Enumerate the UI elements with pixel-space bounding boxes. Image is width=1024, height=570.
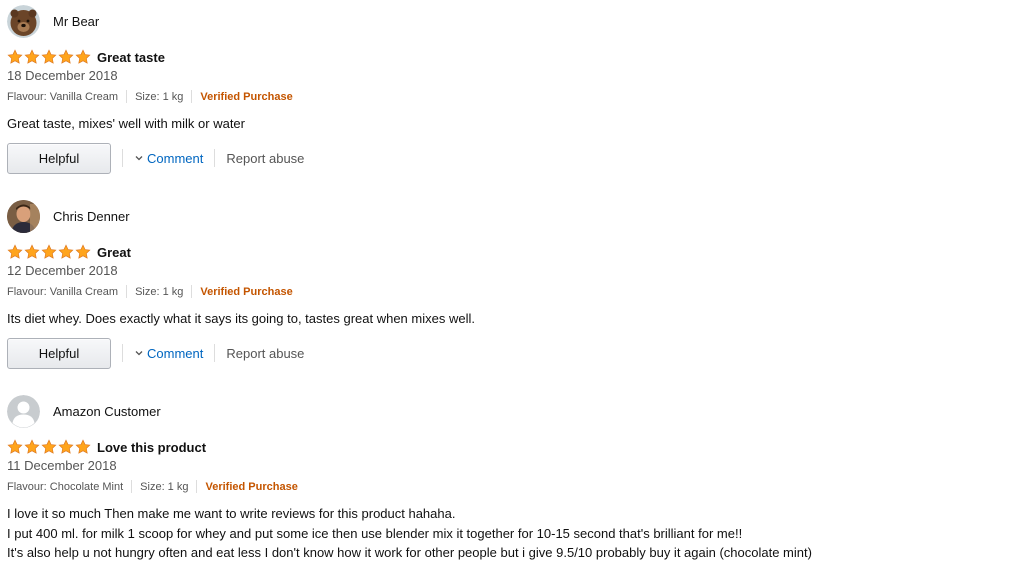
star-icon [41, 439, 57, 454]
review-body-line: Great taste, mixes' well with milk or wa… [7, 116, 245, 131]
review-body-line: I put 400 ml. for milk 1 scoop for whey … [7, 525, 743, 541]
review-title-row: Great taste [7, 48, 165, 66]
chevron-down-icon [135, 156, 143, 161]
review-title[interactable]: Love this product [97, 440, 206, 455]
default-user-avatar[interactable] [7, 395, 40, 428]
reviewer-profile[interactable]: Chris Denner [7, 200, 130, 233]
review-format-strip: Flavour: Vanilla Cream Size: 1 kg Verifi… [7, 90, 293, 103]
review-format-strip: Flavour: Vanilla Cream Size: 1 kg Verifi… [7, 285, 293, 298]
review-title-row: Great [7, 243, 131, 261]
bear-avatar[interactable] [7, 5, 40, 38]
review-title-row: Love this product [7, 438, 206, 456]
star-icon [7, 244, 23, 259]
size-label[interactable]: Size: 1 kg [140, 481, 188, 493]
divider [122, 344, 123, 362]
review-date: 11 December 2018 [7, 458, 117, 473]
review-body: I love it so much Then make me want to w… [7, 504, 812, 563]
divider [126, 285, 128, 298]
comment-link[interactable]: Comment [134, 346, 203, 361]
reviewer-profile[interactable]: Mr Bear [7, 5, 99, 38]
report-abuse-link[interactable]: Report abuse [226, 151, 304, 166]
divider [126, 90, 128, 103]
star-rating[interactable] [7, 49, 91, 65]
verified-purchase-badge: Verified Purchase [205, 480, 298, 493]
review-body-line: It's also help u not hungry often and ea… [7, 545, 812, 560]
review-body: Great taste, mixes' well with milk or wa… [7, 114, 245, 134]
review-date: 12 December 2018 [7, 263, 118, 278]
review-date: 18 December 2018 [7, 68, 118, 83]
review-title[interactable]: Great [97, 245, 131, 260]
verified-purchase-badge: Verified Purchase [200, 90, 293, 103]
star-icon [7, 439, 23, 454]
comment-label[interactable]: Comment [147, 151, 203, 166]
star-icon [58, 244, 74, 259]
verified-purchase-badge: Verified Purchase [200, 285, 293, 298]
divider [191, 285, 193, 298]
star-icon [41, 49, 57, 64]
review-body: Its diet whey. Does exactly what it says… [7, 309, 475, 329]
divider [196, 480, 198, 493]
comment-link[interactable]: Comment [134, 151, 203, 166]
star-icon [24, 439, 40, 454]
flavour-label[interactable]: Flavour: Chocolate Mint [7, 481, 123, 493]
reviewer-name[interactable]: Amazon Customer [53, 404, 161, 419]
reviewer-name[interactable]: Chris Denner [53, 209, 130, 224]
star-rating[interactable] [7, 439, 91, 455]
review-body-line: I love it so much Then make me want to w… [7, 506, 456, 521]
star-icon [58, 439, 74, 454]
review-actions: Helpful Comment Report abuse [7, 337, 304, 369]
star-icon [24, 49, 40, 64]
person-photo-avatar[interactable] [7, 200, 40, 233]
helpful-button[interactable]: Helpful [7, 142, 111, 174]
size-label[interactable]: Size: 1 kg [135, 91, 183, 103]
review-format-strip: Flavour: Chocolate Mint Size: 1 kg Verif… [7, 480, 298, 493]
helpful-button[interactable]: Helpful [7, 337, 111, 369]
reviewer-name[interactable]: Mr Bear [53, 14, 99, 29]
review-actions: Helpful Comment Report abuse [7, 142, 304, 174]
star-icon [24, 244, 40, 259]
review-title[interactable]: Great taste [97, 50, 165, 65]
divider [214, 344, 216, 362]
divider [131, 480, 133, 493]
chevron-down-icon [135, 351, 143, 356]
star-icon [58, 49, 74, 64]
divider [191, 90, 193, 103]
divider [122, 149, 123, 167]
star-icon [7, 49, 23, 64]
star-icon [75, 49, 91, 64]
review-body-line: Its diet whey. Does exactly what it says… [7, 311, 475, 326]
flavour-label[interactable]: Flavour: Vanilla Cream [7, 91, 118, 103]
size-label[interactable]: Size: 1 kg [135, 286, 183, 298]
star-icon [75, 439, 91, 454]
star-rating[interactable] [7, 244, 91, 260]
flavour-label[interactable]: Flavour: Vanilla Cream [7, 286, 118, 298]
comment-label[interactable]: Comment [147, 346, 203, 361]
reviewer-profile[interactable]: Amazon Customer [7, 395, 161, 428]
report-abuse-link[interactable]: Report abuse [226, 346, 304, 361]
star-icon [41, 244, 57, 259]
divider [214, 149, 216, 167]
star-icon [75, 244, 91, 259]
